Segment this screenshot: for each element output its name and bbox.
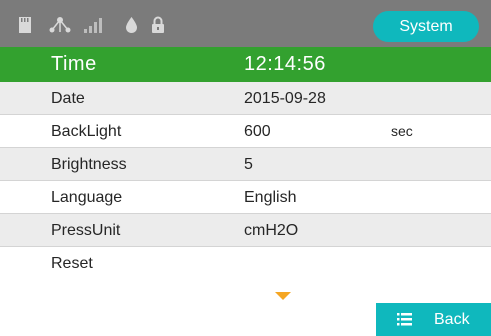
setting-row-date[interactable]: Date 2015-09-28 — [0, 82, 491, 115]
setting-value: 12:14:56 — [244, 53, 326, 75]
setting-row-time[interactable]: Time 12:14:56 — [0, 47, 491, 82]
setting-unit: sec — [391, 123, 413, 139]
setting-label: Brightness — [51, 156, 127, 173]
system-settings-screen: System Time 12:14:56 Date 2015-09-28 Bac… — [0, 0, 491, 336]
system-tab-button[interactable]: System — [373, 11, 479, 42]
back-button-label: Back — [434, 311, 470, 328]
status-bar: System — [0, 0, 491, 47]
setting-label: Date — [51, 90, 85, 107]
water-drop-icon — [126, 17, 137, 33]
settings-list: Time 12:14:56 Date 2015-09-28 BackLight … — [0, 47, 491, 280]
setting-row-pressunit[interactable]: PressUnit cmH2O — [0, 214, 491, 247]
setting-row-brightness[interactable]: Brightness 5 — [0, 148, 491, 181]
setting-label: Language — [51, 189, 123, 206]
setting-label: Time — [51, 53, 97, 75]
setting-row-language[interactable]: Language English — [0, 181, 491, 214]
setting-label: Reset — [51, 255, 93, 272]
setting-row-reset[interactable]: Reset — [0, 247, 491, 280]
scroll-down-arrow-icon[interactable] — [275, 292, 291, 300]
signal-icon — [84, 18, 102, 33]
network-icon — [49, 17, 71, 33]
lock-icon — [152, 16, 164, 33]
setting-value: 600 — [244, 123, 271, 140]
setting-label: PressUnit — [51, 222, 121, 239]
setting-value: cmH2O — [244, 222, 299, 239]
setting-value: 5 — [244, 156, 253, 173]
back-button[interactable]: Back — [376, 303, 491, 336]
menu-icon — [397, 313, 412, 326]
setting-value: English — [244, 189, 297, 206]
setting-row-backlight[interactable]: BackLight 600 sec — [0, 115, 491, 148]
setting-label: BackLight — [51, 123, 122, 140]
sd-card-icon — [19, 17, 31, 33]
setting-value: 2015-09-28 — [244, 90, 326, 107]
